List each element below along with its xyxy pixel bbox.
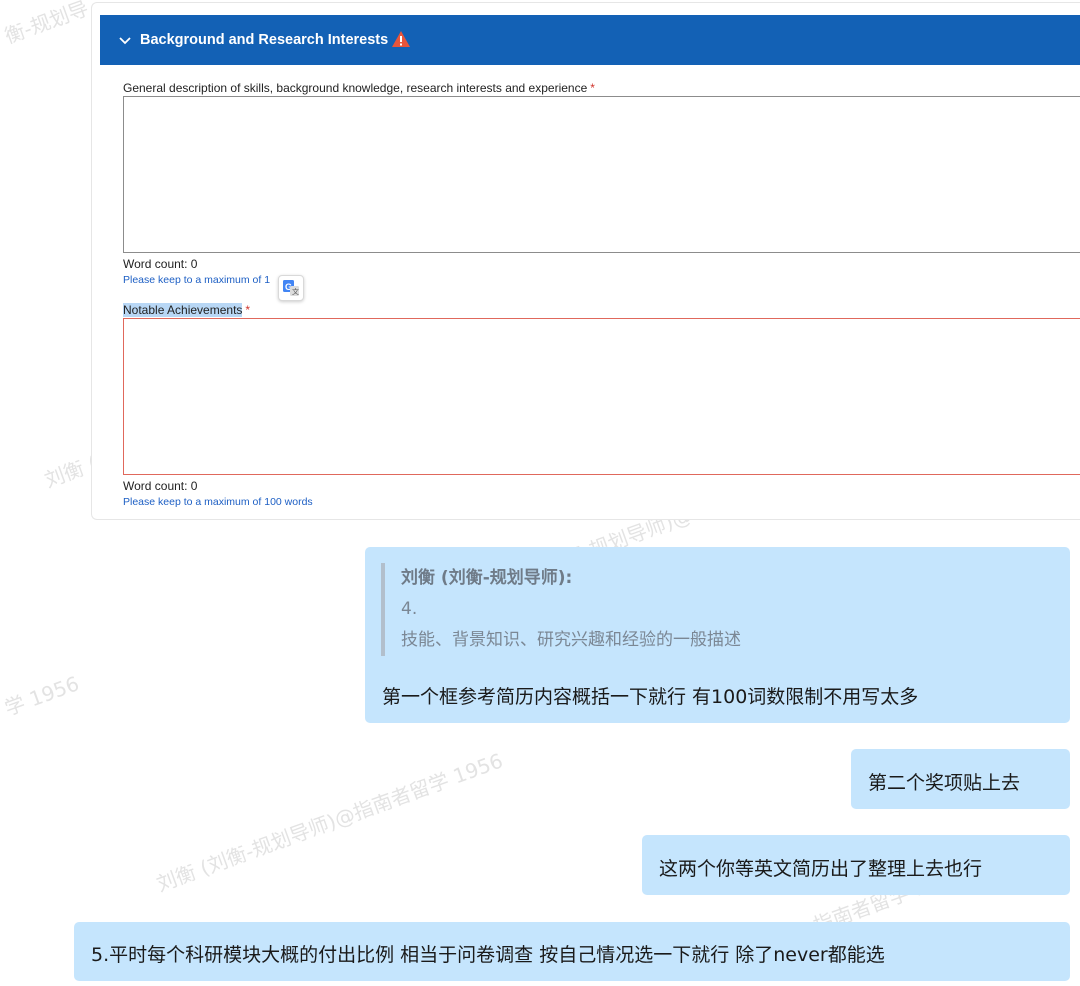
hint-overlap-mask [270,277,278,287]
translate-icon[interactable]: G 文 [278,275,304,301]
svg-text:文: 文 [292,287,299,296]
message-text: 这两个你等英文简历出了整理上去也行 [659,858,983,880]
skills-description-textarea[interactable] [123,96,1080,253]
watermark: 衡-规划导 [1,0,92,49]
skills-description-label-text: General description of skills, backgroun… [123,81,588,95]
notable-achievements-label-text: Notable Achievements [123,303,243,317]
message-text: 第二个奖项贴上去 [868,772,1021,794]
notable-achievements-textarea[interactable] [123,318,1080,475]
section-title: Background and Research Interests [140,32,389,48]
quote-author: 刘衡 (刘衡-规划导师): [401,568,573,588]
warning-icon [392,31,411,47]
quoted-message: 刘衡 (刘衡-规划导师): 4. 技能、背景知识、研究兴趣和经验的一般描述 [381,563,741,656]
skills-description-label: General description of skills, backgroun… [123,81,595,95]
chat-bubble: 第二个奖项贴上去 [851,749,1070,809]
message-text: 5.平时每个科研模块大概的付出比例 相当于问卷调查 按自己情况选一下就行 除了n… [91,944,885,966]
google-translate-icon: G 文 [283,280,299,296]
notable-achievements-label: Notable Achievements * [123,303,250,317]
word-limit-hint: Please keep to a maximum of 100 words [123,496,313,508]
quote-text: 技能、背景知识、研究兴趣和经验的一般描述 [401,630,741,650]
quote-text: 4. [401,599,418,619]
chat-bubble: 5.平时每个科研模块大概的付出比例 相当于问卷调查 按自己情况选一下就行 除了n… [74,922,1070,981]
required-asterisk: * [590,81,595,95]
application-form-card: Background and Research Interests Genera… [91,2,1080,520]
chat-bubble: 这两个你等英文简历出了整理上去也行 [642,835,1070,895]
watermark: 刘衡 (刘衡-规划导师)@指南者留学 1956 [153,748,506,897]
word-count: Word count: 0 [123,257,198,271]
chat-bubble-reply: 刘衡 (刘衡-规划导师): 4. 技能、背景知识、研究兴趣和经验的一般描述 第一… [365,547,1070,723]
word-limit-hint: Please keep to a maximum of 1 ords [123,274,294,286]
section-header-background[interactable]: Background and Research Interests [100,15,1080,65]
watermark: 学 1956 [1,671,83,721]
message-text: 第一个框参考简历内容概括一下就行 有100词数限制不用写太多 [382,686,919,708]
chevron-down-icon [119,37,131,45]
word-count: Word count: 0 [123,479,198,493]
required-asterisk: * [245,303,251,317]
